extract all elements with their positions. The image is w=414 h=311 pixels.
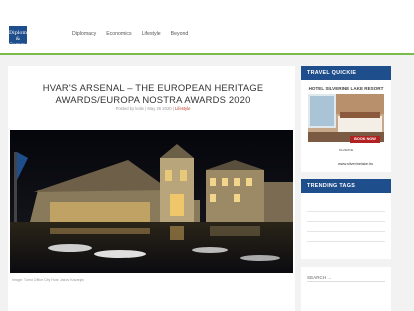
tag-row[interactable] xyxy=(307,241,385,242)
article-title: HVAR'S ARSENAL – THE EUROPEAN HERITAGE A… xyxy=(42,82,264,105)
logo-text: Diplomacy & Commerce xyxy=(9,30,27,44)
nav-economics[interactable]: Economics xyxy=(106,31,131,37)
tag-row[interactable] xyxy=(307,211,385,212)
post-date: May 26 2020 xyxy=(147,106,172,111)
article-photo xyxy=(10,130,293,273)
hotel-ad-banner[interactable]: HOTEL SILVERINE LAKE RESORT BOOK NOW SIL… xyxy=(304,84,388,170)
main-nav: Diplomacy Economics Lifestyle Beyond xyxy=(72,31,188,37)
tag-row[interactable] xyxy=(307,231,385,232)
tag-row[interactable] xyxy=(307,221,385,222)
trending-tags-heading: TRENDING TAGS xyxy=(301,179,391,193)
article-container: HVAR'S ARSENAL – THE EUROPEAN HERITAGE A… xyxy=(8,66,295,311)
site-logo[interactable]: Diplomacy & Commerce xyxy=(9,26,27,44)
category-link[interactable]: Lifestyle xyxy=(175,106,190,111)
nav-beyond[interactable]: Beyond xyxy=(171,31,189,37)
book-now-button[interactable]: BOOK NOW xyxy=(350,136,380,143)
site-header: Diplomacy & Commerce Diplomacy Economics… xyxy=(0,0,414,55)
photo-caption: Image: Turist Office City Hvar Jakov Kav… xyxy=(12,278,85,282)
travel-quickie-heading: TRAVEL QUICKIE xyxy=(301,66,391,80)
article-meta: Posted by kolie | May 26 2020 | Lifestyl… xyxy=(115,106,191,111)
ad-title: HOTEL SILVERINE LAKE RESORT xyxy=(308,86,384,91)
meta-prefix: Posted by xyxy=(115,106,136,111)
author-link[interactable]: kolie xyxy=(135,106,144,111)
nav-diplomacy[interactable]: Diplomacy xyxy=(72,31,96,37)
header-divider xyxy=(0,53,414,55)
ad-logo: SILVERINE xyxy=(338,148,354,152)
trending-tags-widget: TRENDING TAGS xyxy=(301,179,391,259)
search-input[interactable]: SEARCH ... xyxy=(307,275,331,280)
search-widget: SEARCH ... xyxy=(301,267,391,311)
search-underline xyxy=(307,281,385,282)
ad-url[interactable]: www.silverinelake.hu xyxy=(338,162,373,166)
ad-photo xyxy=(308,94,384,142)
nav-lifestyle[interactable]: Lifestyle xyxy=(142,31,161,37)
